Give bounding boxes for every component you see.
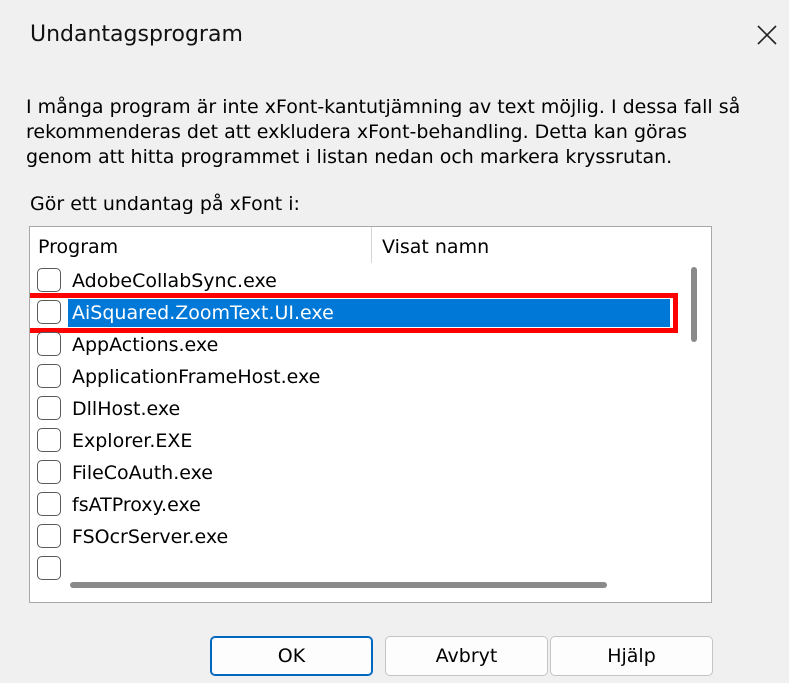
list-item-name: AdobeCollabSync.exe — [72, 270, 277, 292]
description-line: rekommenderas det att exkludera xFont-be… — [26, 121, 687, 143]
list-item-name — [70, 557, 74, 559]
program-list[interactable]: Program Visat namn AdobeCollabSync.exe Ai… — [29, 226, 712, 603]
ok-button[interactable]: OK — [210, 636, 373, 676]
description-text: I många program är inte xFont-kantutjämn… — [26, 95, 789, 170]
close-button[interactable] — [748, 16, 786, 54]
list-item-checkbox[interactable] — [37, 332, 61, 356]
list-item[interactable] — [30, 553, 670, 585]
list-item-checkbox[interactable] — [37, 556, 61, 580]
list-label: Gör ett undantag på xFont i: — [30, 193, 300, 215]
list-item-checkbox[interactable] — [37, 428, 61, 452]
list-item-checkbox[interactable] — [37, 364, 61, 388]
list-item[interactable]: AppActions.exe — [30, 329, 670, 361]
list-item-name: fsATProxy.exe — [72, 494, 201, 516]
horizontal-scrollbar-thumb[interactable] — [70, 582, 607, 588]
column-header-display-name[interactable]: Visat namn — [382, 236, 489, 258]
list-item-checkbox[interactable] — [37, 524, 61, 548]
cancel-button[interactable]: Avbryt — [385, 636, 548, 676]
list-item[interactable]: ApplicationFrameHost.exe — [30, 361, 670, 393]
annotation-highlight-box — [30, 293, 678, 333]
list-item-checkbox[interactable] — [37, 396, 61, 420]
list-item[interactable]: FileCoAuth.exe — [30, 457, 670, 489]
list-item-name: FileCoAuth.exe — [72, 462, 213, 484]
column-header-program[interactable]: Program — [38, 236, 118, 258]
list-header: Program Visat namn — [30, 227, 711, 263]
list-item-name: AppActions.exe — [72, 334, 219, 356]
vertical-scrollbar-thumb[interactable] — [691, 267, 697, 342]
list-item[interactable]: AiSquared.ZoomText.UI.exe — [30, 293, 678, 333]
list-item-name: DllHost.exe — [72, 398, 181, 420]
help-button[interactable]: Hjälp — [550, 636, 713, 676]
close-icon — [757, 25, 777, 45]
description-line: genom att hitta programmet i listan neda… — [26, 146, 673, 168]
list-item[interactable]: Explorer.EXE — [30, 425, 670, 457]
list-item[interactable]: fsATProxy.exe — [30, 489, 670, 521]
description-line: I många program är inte xFont-kantutjämn… — [26, 96, 741, 118]
list-item[interactable]: FSOcrServer.exe — [30, 521, 670, 553]
list-item-name: Explorer.EXE — [72, 430, 193, 452]
window-title: Undantagsprogram — [30, 22, 243, 47]
list-item-checkbox[interactable] — [37, 460, 61, 484]
list-item-checkbox[interactable] — [37, 268, 61, 292]
column-divider[interactable] — [371, 227, 372, 263]
list-item[interactable]: DllHost.exe — [30, 393, 670, 425]
list-item-checkbox[interactable] — [37, 492, 61, 516]
title-bar: Undantagsprogram — [0, 0, 789, 68]
list-item-name: FSOcrServer.exe — [72, 526, 229, 548]
list-item-name: ApplicationFrameHost.exe — [72, 366, 321, 388]
